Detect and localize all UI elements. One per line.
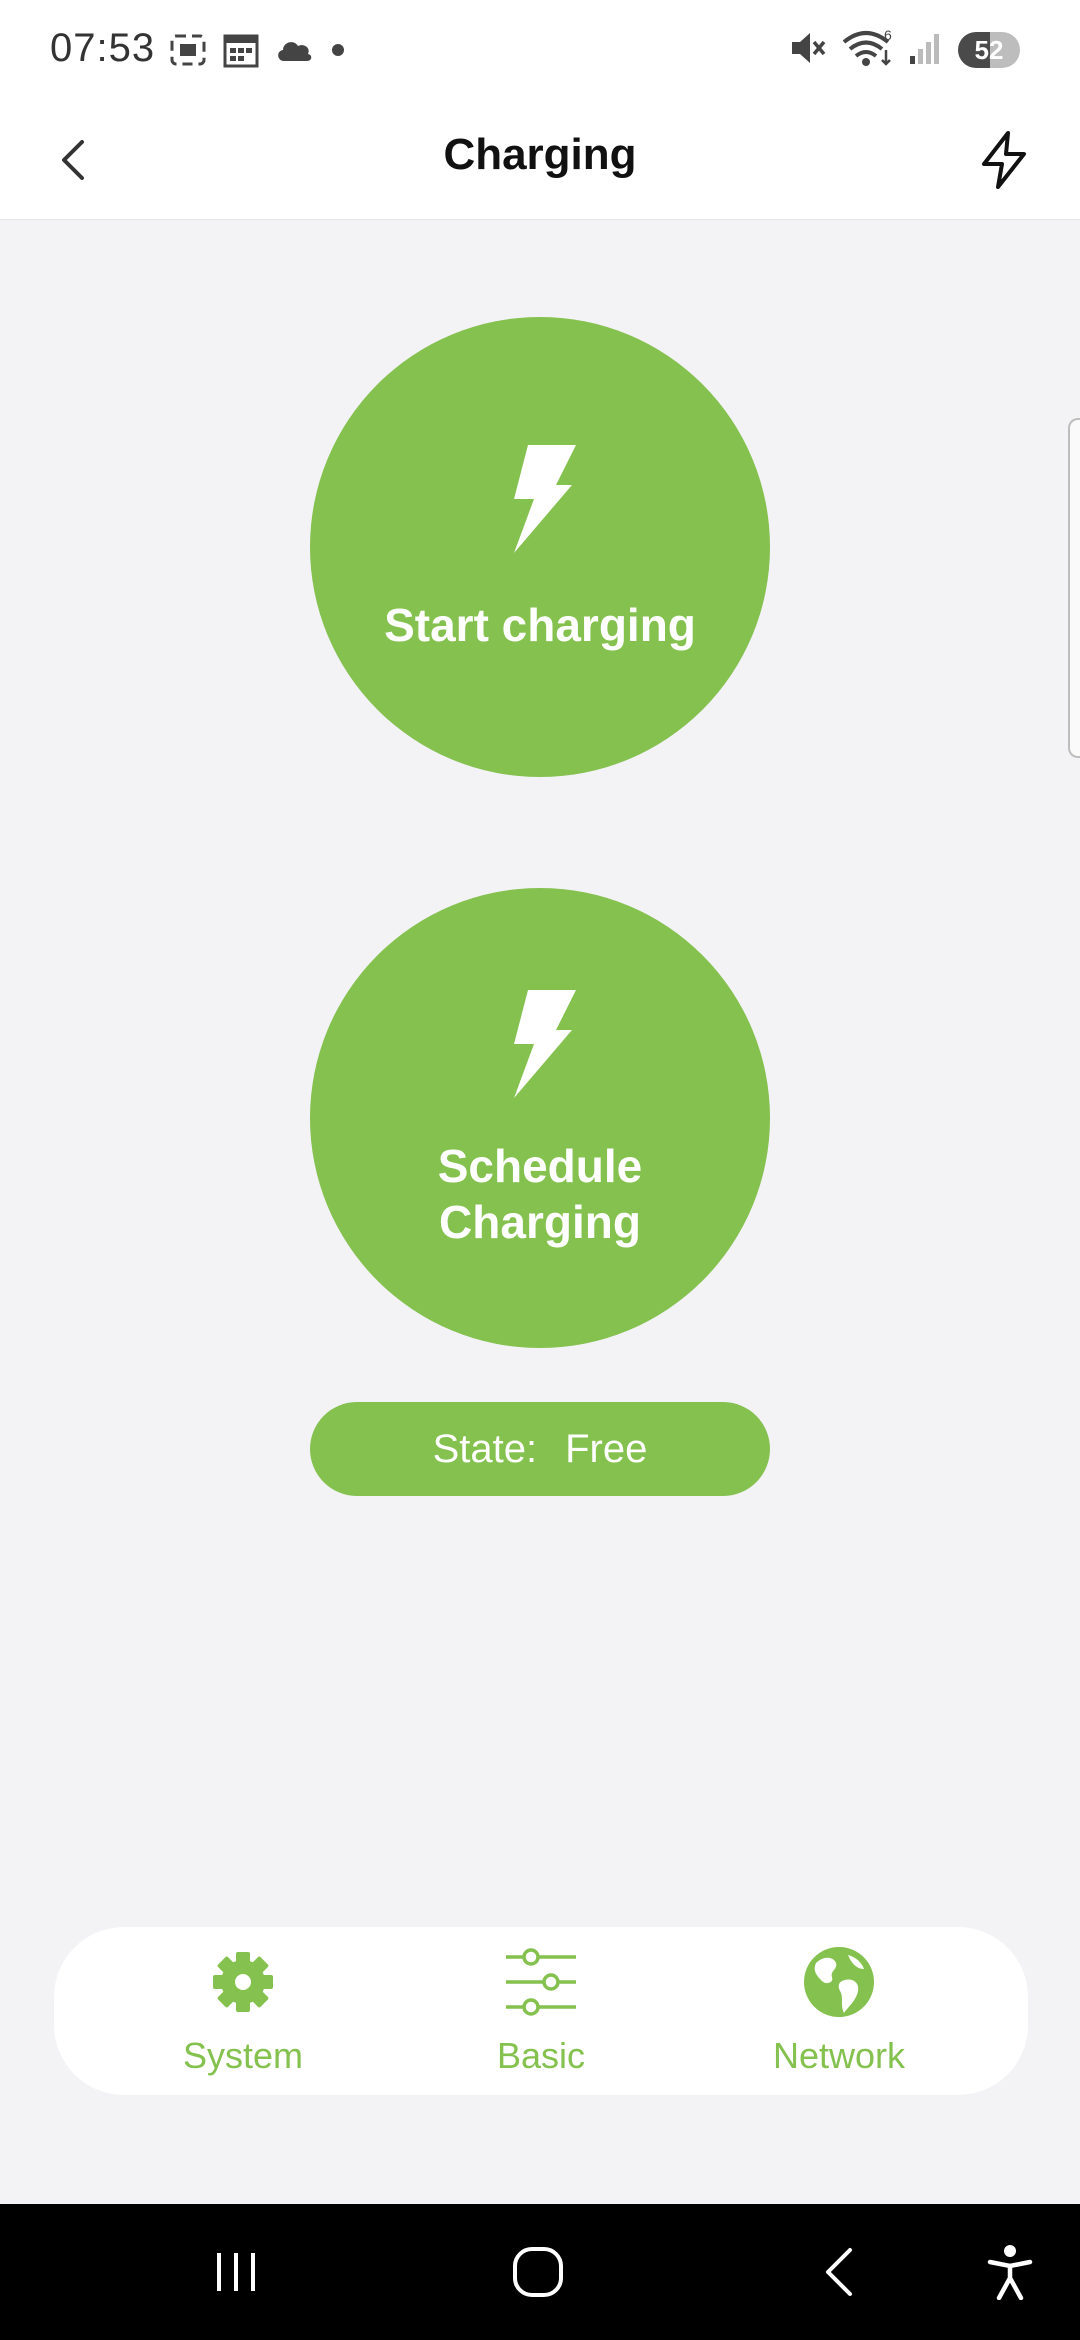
lightning-icon — [982, 131, 1026, 189]
state-value: Free — [565, 1426, 648, 1471]
state-badge: State: Free — [310, 1402, 770, 1496]
schedule-charging-label: Schedule Charging — [438, 1138, 643, 1250]
tab-system[interactable]: System — [113, 1945, 373, 2077]
calendar-icon — [222, 31, 260, 74]
home-icon — [513, 2247, 563, 2297]
svg-text:6: 6 — [884, 28, 892, 43]
charging-mode-button[interactable] — [964, 120, 1044, 200]
edge-panel-handle[interactable] — [1068, 418, 1080, 758]
screenshot-icon — [168, 30, 208, 75]
back-icon — [826, 2248, 852, 2296]
cloud-icon — [274, 35, 314, 70]
accessibility-button[interactable] — [980, 2242, 1040, 2302]
status-bar: 07:53 6 52 — [0, 0, 1080, 100]
recent-apps-icon — [217, 2253, 255, 2291]
app-bar: Charging — [0, 100, 1080, 220]
tab-network-label: Network — [772, 2035, 906, 2076]
mute-icon — [788, 28, 828, 73]
start-charging-button[interactable]: Start charging — [310, 317, 770, 777]
dot-icon — [328, 40, 348, 65]
tab-basic[interactable]: Basic — [411, 1945, 671, 2077]
recent-apps-button[interactable] — [206, 2242, 266, 2302]
start-charging-label: Start charging — [384, 599, 696, 651]
status-right-icons: 6 52 — [788, 27, 1020, 73]
accessibility-icon — [987, 2245, 1033, 2300]
signal-icon — [908, 30, 944, 71]
status-time: 07:53 — [50, 26, 156, 70]
tab-basic-label: Basic — [496, 2035, 586, 2076]
tab-system-label: System — [182, 2035, 304, 2076]
page-title: Charging — [443, 130, 637, 179]
lightning-icon — [514, 445, 576, 553]
battery-icon: 52 — [958, 32, 1020, 68]
globe-icon — [804, 1947, 874, 2017]
schedule-charging-button[interactable]: Schedule Charging — [310, 888, 770, 1348]
home-button[interactable] — [508, 2242, 568, 2302]
sliders-icon — [506, 1948, 576, 2016]
nav-back-button[interactable] — [810, 2242, 870, 2302]
schedule-label-line2: Charging — [439, 1196, 641, 1248]
wifi-icon: 6 — [842, 27, 894, 73]
status-left-icons — [168, 30, 348, 74]
state-label: State: — [432, 1426, 538, 1471]
gear-icon — [213, 1952, 273, 2012]
schedule-label-line1: Schedule — [437, 1140, 643, 1192]
bottom-tab-bar: System Basic Network — [54, 1927, 1028, 2095]
system-navigation-bar — [0, 2204, 1080, 2340]
tab-network[interactable]: Network — [709, 1945, 969, 2077]
lightning-icon — [514, 990, 576, 1098]
